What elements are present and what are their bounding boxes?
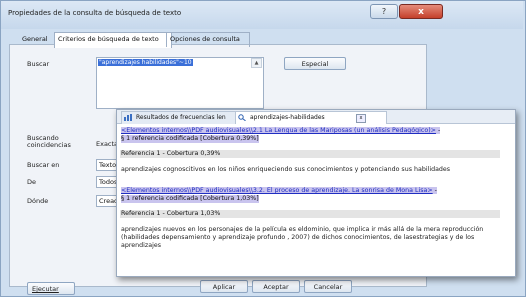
aceptar-button[interactable]: Aceptar <box>252 280 300 293</box>
buscando-value[interactable]: Exacta <box>96 140 118 148</box>
tab-criterios[interactable]: Criterios de búsqueda de texto <box>54 32 172 48</box>
result-reference-2: Referencia 1 - Cobertura 1,03% <box>120 210 500 218</box>
results-tab-bar: Resultados de frecuencias len aprendizaj… <box>117 110 515 124</box>
result-link-2[interactable]: <Elementos internos\\PDF audiovisuales\\… <box>121 187 433 194</box>
results-tab-aprendizajes-label: aprendizajes-habilidades <box>250 114 325 121</box>
cancelar-button[interactable]: Cancelar <box>304 280 352 293</box>
aplicar-button[interactable]: Aplicar <box>200 280 248 293</box>
results-tab-aprendizajes[interactable]: aprendizajes-habilidades x <box>235 111 387 124</box>
result-entry-link[interactable]: <Elementos internos\\PDF audiovisuales\\… <box>121 127 441 135</box>
donde-label: Dónde <box>27 197 49 205</box>
tab-strip: General Criterios de búsqueda de texto O… <box>18 32 250 48</box>
result-link-suffix-1: - <box>435 127 441 134</box>
result-entry-link[interactable]: <Elementos internos\\PDF audiovisuales\\… <box>121 187 437 195</box>
buscando-label: Buscando coincidencias <box>27 134 71 149</box>
help-button[interactable]: ? <box>370 4 398 19</box>
de-select[interactable]: Todos <box>96 176 118 188</box>
result-text-2: aprendizajes nuevos en los personajes de… <box>121 226 484 249</box>
results-tab-frecuencias-label: Resultados de frecuencias len <box>136 114 226 121</box>
results-tab-frecuencias[interactable]: Resultados de frecuencias len <box>121 111 251 124</box>
donde-select[interactable]: Creada <box>96 195 118 207</box>
chart-icon <box>124 114 132 121</box>
close-button[interactable]: x <box>399 4 443 19</box>
de-label: De <box>27 178 37 186</box>
window-title: Propiedades de la consulta de búsqueda d… <box>8 9 182 17</box>
search-icon <box>238 114 246 121</box>
buscar-en-label: Buscar en <box>27 161 60 169</box>
buscar-en-select[interactable]: Texto <box>96 159 118 171</box>
result-summary-2: § 1 referencia codificada [Cobertura 1,0… <box>121 195 259 203</box>
result-reference-1: Referencia 1 - Cobertura 0,39% <box>120 150 500 158</box>
tab-opciones[interactable]: Opciones de consulta <box>166 32 250 47</box>
close-tab-icon[interactable]: x <box>356 114 366 123</box>
result-text-1: aprendizajes cognoscitivos en los niños … <box>121 166 451 173</box>
tab-general-label: General <box>22 35 48 43</box>
tab-opciones-label: Opciones de consulta <box>170 35 240 43</box>
ejecutar-button[interactable]: Ejecutar <box>27 282 75 295</box>
tab-criterios-label: Criterios de búsqueda de texto <box>58 35 159 43</box>
result-link-1[interactable]: <Elementos internos\\PDF audiovisuales\\… <box>121 127 436 134</box>
especial-button[interactable]: Especial <box>284 57 346 70</box>
search-text-selection: "aprendizajes habilidades"~10 <box>98 59 193 66</box>
scroll-up-icon[interactable]: ▲ <box>251 58 262 68</box>
buscar-label: Buscar <box>27 60 50 68</box>
result-summary-1: § 1 referencia codificada [Cobertura 0,3… <box>121 135 259 143</box>
result-link-suffix-2: - <box>432 187 437 194</box>
